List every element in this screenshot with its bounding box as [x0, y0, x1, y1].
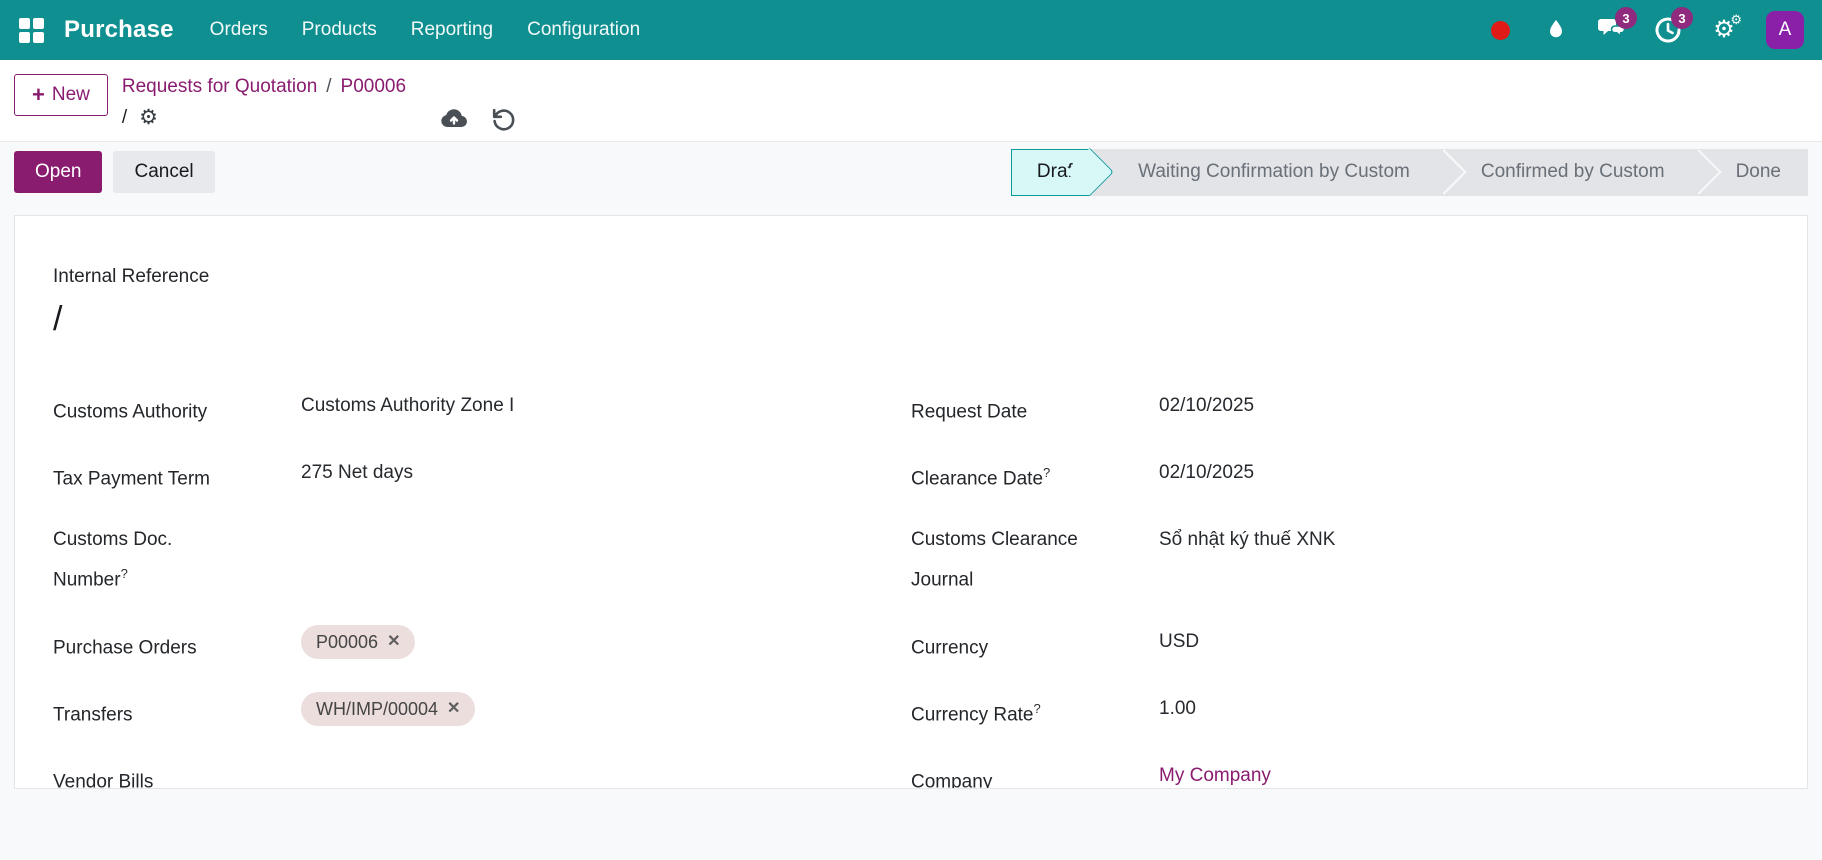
company-link[interactable]: My Company — [1159, 759, 1271, 787]
messages-icon[interactable]: 3 — [1598, 7, 1637, 44]
statusbar: Open Cancel Draft Waiting Confirmation b… — [0, 140, 1822, 203]
form-sheet: Internal Reference / Customs Authority C… — [14, 214, 1808, 789]
tax-payment-term-value[interactable]: 275 Net days — [301, 456, 413, 496]
field-currency-rate: Currency Rate? 1.00 — [911, 692, 1769, 732]
customs-clearance-journal-value[interactable]: Sổ nhật ký thuế XNK — [1159, 523, 1335, 597]
cancel-button[interactable]: Cancel — [113, 151, 215, 194]
customs-authority-value[interactable]: Customs Authority Zone I — [301, 389, 514, 429]
activities-clock-icon[interactable]: 3 — [1654, 7, 1693, 44]
menu-reporting[interactable]: Reporting — [411, 19, 493, 41]
step-confirmed[interactable]: Confirmed by Custom — [1436, 148, 1692, 196]
apps-menu-icon[interactable] — [14, 13, 48, 47]
recording-indicator-icon — [1486, 16, 1514, 44]
breadcrumb: Requests for Quotation / P00006 — [122, 74, 516, 101]
field-request-date: Request Date 02/10/2025 — [911, 389, 1769, 429]
status-pipeline: Draft Waiting Confirmation by Custom Con… — [1010, 148, 1808, 196]
menu-configuration[interactable]: Configuration — [527, 19, 640, 41]
field-vendor-bills: Vendor Bills — [53, 771, 154, 789]
form-left-column: Customs Authority Customs Authority Zone… — [53, 389, 911, 789]
settings-gears-icon[interactable]: ⚙ ⚙ — [1710, 12, 1742, 44]
menu-products[interactable]: Products — [302, 19, 377, 41]
remove-tag-icon[interactable]: ✕ — [447, 696, 460, 722]
field-tax-payment-term: Tax Payment Term 275 Net days — [53, 456, 911, 496]
new-button[interactable]: + New — [14, 74, 108, 116]
field-customs-doc-number: Customs Doc. Number? — [53, 529, 173, 591]
menu-orders[interactable]: Orders — [210, 19, 268, 41]
messages-badge: 3 — [1615, 7, 1637, 29]
currency-rate-value[interactable]: 1.00 — [1159, 692, 1196, 732]
step-done[interactable]: Done — [1691, 148, 1808, 196]
field-customs-authority: Customs Authority Customs Authority Zone… — [53, 389, 911, 429]
field-customs-clearance-journal: Customs Clearance Journal Sổ nhật ký thu… — [911, 523, 1769, 597]
top-navbar: Purchase Orders Products Reporting Confi… — [0, 0, 1822, 60]
discard-undo-icon[interactable] — [490, 105, 516, 131]
activities-badge: 3 — [1671, 7, 1693, 29]
form-right-column: Request Date 02/10/2025 Clearance Date? … — [911, 389, 1769, 788]
actions-gear-icon[interactable]: ⚙ — [139, 107, 158, 128]
field-purchase-orders: Purchase Orders P00006 ✕ — [53, 624, 911, 665]
field-currency: Currency USD — [911, 625, 1769, 665]
breadcrumb-current: P00006 — [340, 76, 407, 97]
transfer-tag[interactable]: WH/IMP/00004 ✕ — [301, 691, 476, 726]
breadcrumb-separator: / — [326, 76, 332, 97]
open-button[interactable]: Open — [14, 151, 103, 194]
internal-reference-value[interactable]: / — [53, 300, 1769, 339]
unsaved-indicator — [440, 105, 516, 131]
currency-value[interactable]: USD — [1159, 625, 1199, 665]
breadcrumb-parent[interactable]: Requests for Quotation — [122, 74, 317, 101]
clearance-date-value[interactable]: 02/10/2025 — [1159, 456, 1254, 496]
record-title: / — [121, 106, 128, 128]
control-panel: + New Requests for Quotation / P00006 / … — [0, 60, 1822, 141]
save-cloud-icon[interactable] — [440, 106, 468, 130]
internal-reference-label: Internal Reference — [53, 265, 210, 287]
step-waiting-confirmation[interactable]: Waiting Confirmation by Custom — [1090, 148, 1437, 196]
field-clearance-date: Clearance Date? 02/10/2025 — [911, 456, 1769, 496]
field-company: Company My Company — [911, 759, 1769, 787]
step-draft[interactable]: Draft — [1010, 148, 1091, 196]
remove-tag-icon[interactable]: ✕ — [387, 629, 400, 655]
app-name[interactable]: Purchase — [64, 16, 174, 44]
request-date-value[interactable]: 02/10/2025 — [1159, 389, 1254, 429]
purchase-order-tag[interactable]: P00006 ✕ — [301, 624, 416, 659]
field-transfers: Transfers WH/IMP/00004 ✕ — [53, 691, 911, 732]
droplet-icon[interactable] — [1542, 16, 1570, 44]
plus-icon: + — [32, 82, 45, 107]
user-avatar[interactable]: A — [1766, 11, 1804, 49]
